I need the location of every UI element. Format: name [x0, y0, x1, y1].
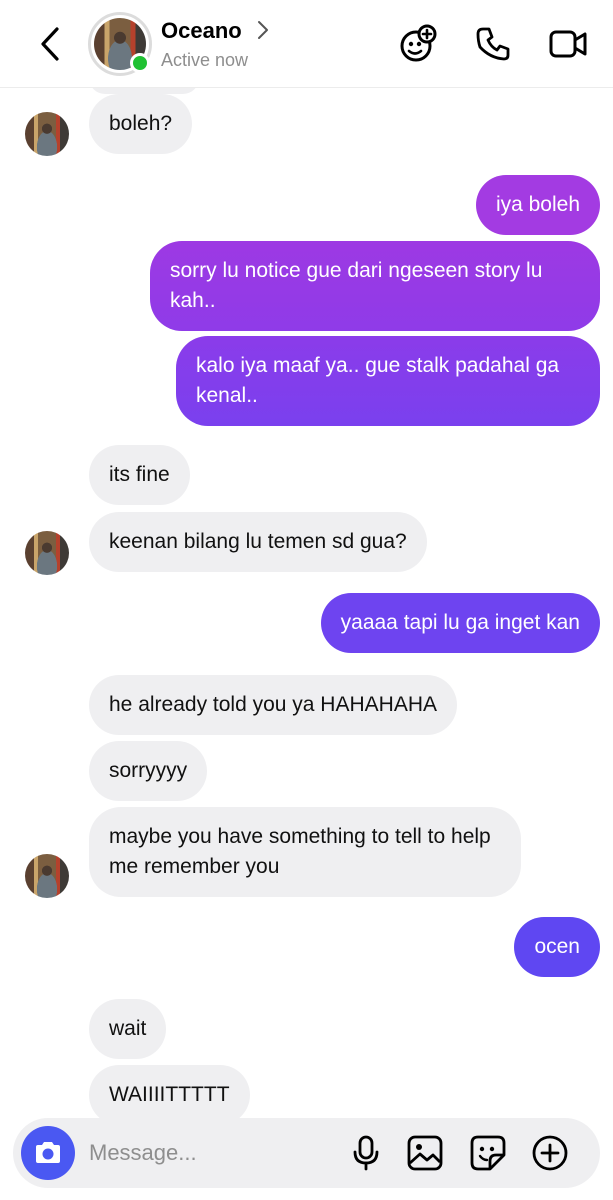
sticker-button[interactable] — [468, 1133, 508, 1173]
message-bubble-received[interactable]: he already told you ya HAHAHAHA — [89, 675, 457, 735]
sender-avatar — [25, 531, 69, 575]
call-button[interactable] — [473, 24, 513, 64]
message-composer — [13, 1118, 600, 1188]
message-bubble-sent[interactable]: ocen — [514, 917, 600, 977]
camera-icon — [36, 1142, 60, 1163]
message-bubble-sent[interactable]: kalo iya maaf ya.. gue stalk padahal ga … — [176, 336, 600, 426]
sender-avatar — [25, 112, 69, 156]
message-bubble-received[interactable]: maybe you have something to tell to help… — [89, 807, 521, 897]
video-camera-icon — [549, 30, 587, 58]
message-bubble-sent[interactable]: yaaaa tapi lu ga inget kan — [320, 593, 600, 653]
phone-icon — [476, 27, 510, 61]
message-bubble-sent[interactable]: sorry lu notice gue dari ngeseen story l… — [150, 241, 600, 331]
microphone-icon — [353, 1135, 379, 1171]
message-bubble-received[interactable]: its fine — [89, 445, 190, 505]
image-icon — [407, 1135, 443, 1171]
sender-avatar — [25, 854, 69, 898]
back-button[interactable] — [30, 24, 70, 64]
effects-button[interactable] — [398, 24, 438, 64]
gallery-button[interactable] — [405, 1133, 445, 1173]
voice-message-button[interactable] — [346, 1133, 386, 1173]
message-input[interactable] — [89, 1132, 339, 1174]
online-status-indicator — [130, 53, 150, 73]
camera-button[interactable] — [21, 1126, 75, 1180]
video-call-button[interactable] — [548, 24, 588, 64]
message-bubble-sent[interactable]: iya boleh — [475, 175, 600, 235]
active-status: Active now — [161, 50, 249, 70]
chevron-right-icon[interactable] — [256, 20, 270, 40]
chat-header: Oceano Active now — [0, 0, 613, 88]
message-bubble-received[interactable]: sorryyyy — [89, 741, 208, 801]
effects-sparkle-icon — [400, 24, 437, 62]
contact-name[interactable]: Oceano — [161, 18, 242, 44]
avatar[interactable] — [88, 12, 152, 76]
message-bubble-received[interactable]: wait — [89, 999, 167, 1059]
add-button[interactable] — [530, 1133, 570, 1173]
plus-circle-icon — [532, 1135, 568, 1171]
message-bubble-received[interactable]: boleh? — [89, 94, 193, 154]
chevron-left-icon — [41, 27, 59, 61]
sticker-icon — [470, 1135, 506, 1171]
message-bubble-received[interactable]: keenan bilang lu temen sd gua? — [89, 512, 427, 572]
message-bubble-received[interactable]: WAIIIITTTTT — [89, 1065, 250, 1125]
